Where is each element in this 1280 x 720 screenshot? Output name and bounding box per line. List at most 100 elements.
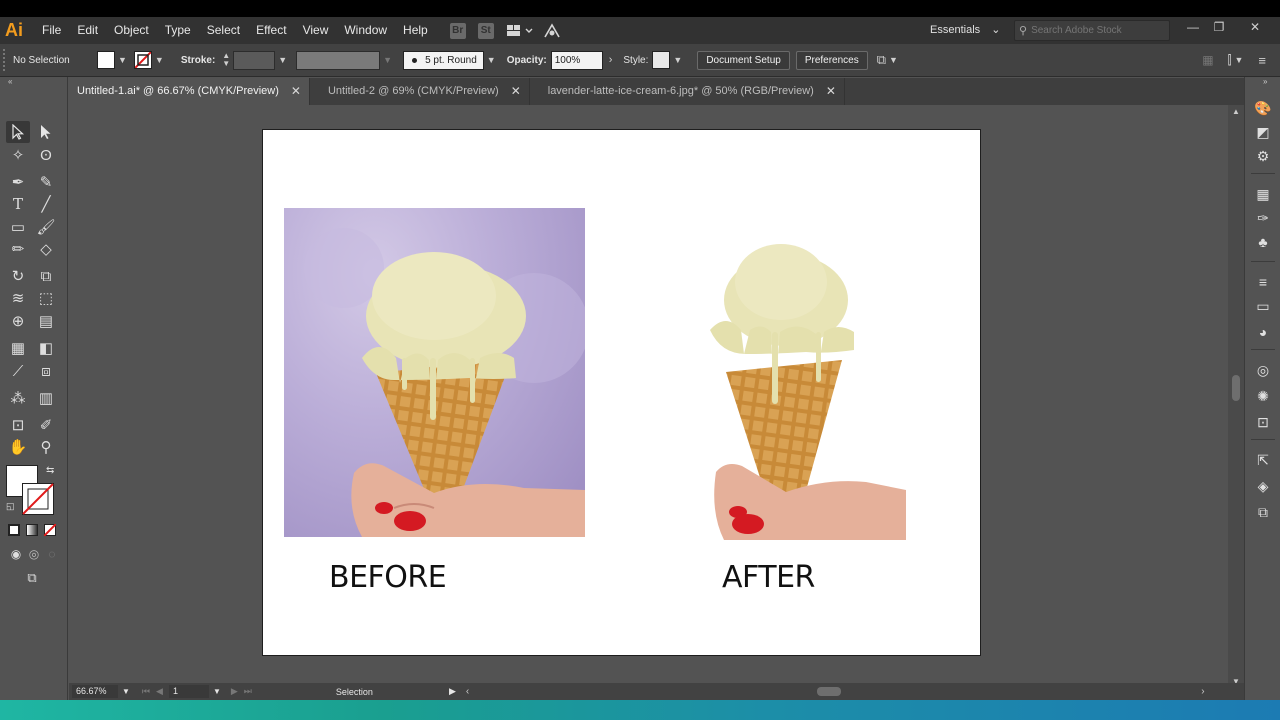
stroke-color-box[interactable] <box>22 483 54 515</box>
collapse-toolbar-icon[interactable]: « <box>8 77 12 86</box>
chevron-down-icon[interactable]: ▼ <box>155 55 164 65</box>
zoom-tool-icon[interactable]: ⚲ <box>34 436 58 458</box>
gradient-panel-icon[interactable]: ▭ <box>1254 297 1272 315</box>
rectangle-tool-icon[interactable]: ▭ <box>6 216 30 238</box>
after-ice-cream-image[interactable] <box>706 242 926 540</box>
scroll-left-icon[interactable]: ‹ <box>466 686 469 697</box>
fill-swatch[interactable] <box>97 51 115 69</box>
change-screen-mode-icon[interactable]: ⧉ <box>20 567 44 589</box>
tab-untitled-2[interactable]: Untitled-2 @ 69% (CMYK/Preview) ✕ <box>310 78 530 105</box>
chevron-down-icon[interactable]: ▼ <box>673 55 682 65</box>
stock-search-box[interactable]: ⚲ <box>1014 20 1170 41</box>
color-guide-icon[interactable]: ◩ <box>1254 123 1272 141</box>
chevron-down-icon[interactable]: ▼ <box>383 55 392 65</box>
bridge-icon[interactable]: Br <box>449 22 466 39</box>
graphic-style-swatch[interactable] <box>652 51 671 69</box>
gpu-performance-icon[interactable] <box>542 22 562 40</box>
panel-menu-icon[interactable]: ≡ <box>1258 53 1266 68</box>
last-artboard-icon[interactable]: ⏭ <box>244 686 252 697</box>
lasso-tool-icon[interactable]: ʘ <box>34 144 58 166</box>
scroll-up-icon[interactable]: ▲ <box>1232 107 1240 116</box>
tab-untitled-1[interactable]: Untitled-1.ai* @ 66.67% (CMYK/Preview) ✕ <box>69 78 310 105</box>
vertical-scrollbar[interactable]: ▲ ▼ <box>1228 105 1244 688</box>
none-mode-button[interactable] <box>44 524 56 536</box>
close-icon[interactable]: ✕ <box>826 78 836 105</box>
blend-tool-icon[interactable]: ⧈ <box>34 360 58 382</box>
menu-type[interactable]: Type <box>157 17 199 44</box>
chevron-down-icon[interactable]: ▼ <box>1234 55 1243 65</box>
rotate-tool-icon[interactable]: ↻ <box>6 265 30 287</box>
properties-icon[interactable]: ⚙ <box>1254 147 1272 165</box>
eyedropper-tool-icon[interactable]: ⟋ <box>6 360 30 382</box>
menu-view[interactable]: View <box>295 17 337 44</box>
selection-tool-icon[interactable] <box>6 121 30 143</box>
document-setup-button[interactable]: Document Setup <box>697 50 790 70</box>
opacity-field[interactable]: 100% <box>550 50 603 70</box>
arrange-documents-icon[interactable] <box>506 24 534 38</box>
before-ice-cream-image[interactable] <box>284 208 585 537</box>
scale-tool-icon[interactable]: ⧉ <box>34 265 58 287</box>
before-label[interactable]: BEFORE <box>329 560 447 595</box>
brush-definition[interactable]: 5 pt. Round <box>403 50 484 70</box>
close-icon[interactable]: ✕ <box>291 78 301 105</box>
layers-icon[interactable]: ◈ <box>1254 477 1272 495</box>
menu-help[interactable]: Help <box>395 17 436 44</box>
transparency-icon[interactable]: ◕ <box>1254 323 1272 341</box>
mesh-tool-icon[interactable]: ▦ <box>6 337 30 359</box>
menu-file[interactable]: File <box>28 17 69 44</box>
chevron-down-icon[interactable]: ▼ <box>278 55 287 65</box>
menu-window[interactable]: Window <box>336 17 395 44</box>
tab-lavender-latte[interactable]: lavender-latte-ice-cream-6.jpg* @ 50% (R… <box>530 78 845 105</box>
expand-panels-icon[interactable]: » <box>1263 77 1267 86</box>
minimize-icon[interactable]: — <box>1180 17 1206 37</box>
menu-select[interactable]: Select <box>199 17 248 44</box>
scroll-thumb[interactable] <box>1232 375 1240 401</box>
magic-wand-tool-icon[interactable]: ✧ <box>6 144 30 166</box>
hand-tool-icon[interactable]: ✋ <box>6 436 30 458</box>
line-segment-tool-icon[interactable]: ╱ <box>34 193 58 215</box>
menu-effect[interactable]: Effect <box>248 17 294 44</box>
status-menu-icon[interactable]: ▶ <box>449 686 456 697</box>
swatches-icon[interactable]: ▦ <box>1254 185 1272 203</box>
preferences-button[interactable]: Preferences <box>795 50 868 70</box>
stock-search-input[interactable] <box>1031 25 1162 36</box>
default-fill-stroke-icon[interactable]: ◱ <box>6 501 15 512</box>
paintbrush-tool-icon[interactable]: 🖌 <box>34 216 58 238</box>
symbol-sprayer-tool-icon[interactable]: ⁂ <box>6 387 30 409</box>
workspace-switcher[interactable]: Essentials ⌄ <box>922 20 1008 41</box>
draw-inside-icon[interactable]: ◌ <box>40 543 64 565</box>
artboard-tool-icon[interactable]: ⊡ <box>6 414 30 436</box>
close-icon[interactable]: ✕ <box>1242 17 1268 37</box>
chevron-down-icon[interactable]: ▼ <box>889 55 898 65</box>
direct-selection-tool-icon[interactable] <box>34 121 58 143</box>
pen-tool-icon[interactable]: ✒ <box>6 171 30 193</box>
color-panel-icon[interactable]: 🎨 <box>1254 99 1272 117</box>
horizontal-scrollbar[interactable] <box>475 685 1195 698</box>
type-tool-icon[interactable]: T <box>6 193 30 215</box>
shape-builder-tool-icon[interactable]: ⊕ <box>6 310 30 332</box>
gradient-tool-icon[interactable]: ◧ <box>34 337 58 359</box>
symbols-icon[interactable]: ♣ <box>1254 233 1272 251</box>
chevron-down-icon[interactable]: ▼ <box>487 55 496 65</box>
stock-icon[interactable]: St <box>477 22 494 39</box>
horizontal-scroll-thumb[interactable] <box>817 687 842 696</box>
after-label[interactable]: AFTER <box>722 560 815 595</box>
appearance-icon[interactable]: ◎ <box>1254 361 1272 379</box>
previous-artboard-icon[interactable]: ◀ <box>156 686 163 697</box>
artboard-number-field[interactable]: 1 <box>168 685 209 698</box>
stroke-swatch[interactable] <box>133 51 152 69</box>
artboard[interactable]: BEFORE AFTER <box>262 129 981 656</box>
restore-icon[interactable]: ❐ <box>1206 17 1232 37</box>
curvature-tool-icon[interactable]: ✎ <box>34 171 58 193</box>
align-panel-icon[interactable]: ⫿ <box>1228 53 1232 68</box>
image-trace-icon[interactable]: ⊡ <box>1254 413 1272 431</box>
column-graph-tool-icon[interactable]: ▥ <box>34 387 58 409</box>
zoom-field[interactable]: 66.67% <box>72 685 118 698</box>
next-artboard-icon[interactable]: ▶ <box>231 686 238 697</box>
gradient-mode-button[interactable] <box>26 524 38 536</box>
chevron-right-icon[interactable]: › <box>609 54 613 66</box>
free-transform-tool-icon[interactable]: ⬚ <box>34 287 58 309</box>
shaper-tool-icon[interactable]: ✏ <box>6 238 30 260</box>
chevron-down-icon[interactable]: ▼ <box>122 687 130 696</box>
close-icon[interactable]: ✕ <box>511 78 521 105</box>
